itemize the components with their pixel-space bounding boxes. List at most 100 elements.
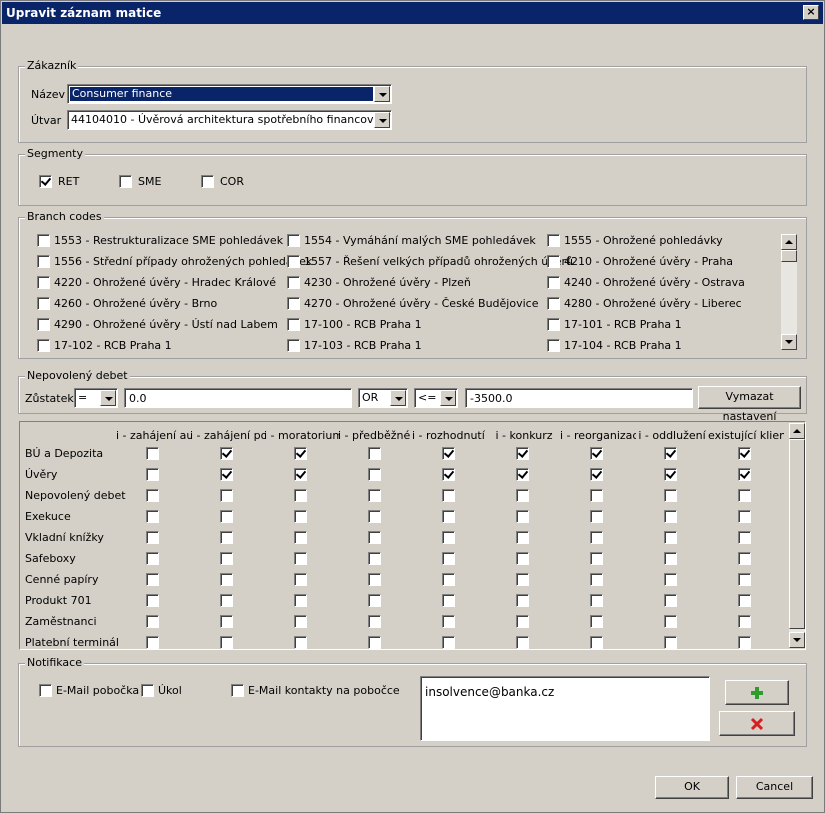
- matrix-checkbox[interactable]: [294, 636, 307, 649]
- matrix-checkbox[interactable]: [516, 615, 529, 628]
- scroll-up-icon[interactable]: [789, 423, 805, 439]
- matrix-checkbox[interactable]: [146, 468, 159, 481]
- matrix-checkbox[interactable]: [294, 510, 307, 523]
- matrix-checkbox[interactable]: [220, 468, 233, 481]
- notification-checkbox[interactable]: [231, 684, 244, 697]
- scroll-down-icon[interactable]: [781, 334, 797, 350]
- matrix-checkbox[interactable]: [294, 468, 307, 481]
- branch-codes-scrollbar[interactable]: [781, 234, 797, 350]
- matrix-checkbox[interactable]: [368, 468, 381, 481]
- matrix-checkbox[interactable]: [220, 531, 233, 544]
- matrix-checkbox[interactable]: [368, 510, 381, 523]
- matrix-checkbox[interactable]: [664, 636, 677, 649]
- branch-code-checkbox[interactable]: [37, 255, 50, 268]
- matrix-checkbox[interactable]: [368, 531, 381, 544]
- matrix-checkbox[interactable]: [516, 594, 529, 607]
- matrix-checkbox[interactable]: [590, 468, 603, 481]
- remove-email-button[interactable]: [719, 711, 795, 736]
- matrix-checkbox[interactable]: [368, 615, 381, 628]
- operator-select-1[interactable]: =: [74, 388, 118, 408]
- matrix-checkbox[interactable]: [516, 510, 529, 523]
- matrix-checkbox[interactable]: [220, 573, 233, 586]
- matrix-checkbox[interactable]: [590, 489, 603, 502]
- matrix-checkbox[interactable]: [368, 573, 381, 586]
- matrix-checkbox[interactable]: [146, 552, 159, 565]
- branch-code-checkbox[interactable]: [37, 339, 50, 352]
- branch-code-checkbox[interactable]: [287, 297, 300, 310]
- matrix-checkbox[interactable]: [590, 552, 603, 565]
- matrix-checkbox[interactable]: [442, 573, 455, 586]
- matrix-checkbox[interactable]: [664, 552, 677, 565]
- matrix-checkbox[interactable]: [590, 510, 603, 523]
- matrix-checkbox[interactable]: [146, 510, 159, 523]
- segment-checkbox[interactable]: [201, 175, 214, 188]
- scroll-down-icon[interactable]: [789, 632, 805, 648]
- branch-code-checkbox[interactable]: [287, 339, 300, 352]
- matrix-checkbox[interactable]: [146, 573, 159, 586]
- reset-settings-button[interactable]: Vymazat nastavení: [698, 386, 801, 423]
- matrix-checkbox[interactable]: [738, 510, 751, 523]
- unit-select[interactable]: 44104010 - Úvěrová architektura spotřebn…: [67, 110, 392, 130]
- matrix-checkbox[interactable]: [738, 552, 751, 565]
- matrix-checkbox[interactable]: [220, 447, 233, 460]
- matrix-checkbox[interactable]: [442, 636, 455, 649]
- matrix-checkbox[interactable]: [590, 531, 603, 544]
- matrix-checkbox[interactable]: [738, 489, 751, 502]
- branch-code-checkbox[interactable]: [37, 234, 50, 247]
- matrix-checkbox[interactable]: [738, 468, 751, 481]
- ok-button[interactable]: OK: [655, 776, 729, 799]
- value-input-1[interactable]: 0.0: [124, 388, 352, 408]
- cancel-button[interactable]: Cancel: [736, 776, 813, 799]
- add-email-button[interactable]: [725, 680, 789, 705]
- matrix-checkbox[interactable]: [738, 636, 751, 649]
- matrix-checkbox[interactable]: [146, 531, 159, 544]
- matrix-checkbox[interactable]: [442, 615, 455, 628]
- matrix-checkbox[interactable]: [146, 615, 159, 628]
- matrix-checkbox[interactable]: [146, 594, 159, 607]
- matrix-checkbox[interactable]: [368, 636, 381, 649]
- segment-checkbox[interactable]: [39, 175, 52, 188]
- scroll-thumb[interactable]: [781, 250, 797, 262]
- matrix-checkbox[interactable]: [664, 573, 677, 586]
- matrix-checkbox[interactable]: [294, 489, 307, 502]
- branch-code-checkbox[interactable]: [287, 276, 300, 289]
- matrix-checkbox[interactable]: [590, 636, 603, 649]
- matrix-checkbox[interactable]: [442, 468, 455, 481]
- matrix-checkbox[interactable]: [516, 447, 529, 460]
- matrix-checkbox[interactable]: [294, 552, 307, 565]
- matrix-checkbox[interactable]: [368, 447, 381, 460]
- matrix-checkbox[interactable]: [368, 489, 381, 502]
- close-button[interactable]: ×: [803, 5, 819, 20]
- matrix-checkbox[interactable]: [590, 447, 603, 460]
- matrix-scrollbar[interactable]: [789, 423, 805, 648]
- matrix-checkbox[interactable]: [442, 531, 455, 544]
- matrix-checkbox[interactable]: [516, 636, 529, 649]
- matrix-checkbox[interactable]: [516, 468, 529, 481]
- matrix-checkbox[interactable]: [220, 594, 233, 607]
- matrix-checkbox[interactable]: [738, 573, 751, 586]
- email-list-textarea[interactable]: insolvence@banka.cz: [420, 676, 710, 741]
- matrix-checkbox[interactable]: [590, 573, 603, 586]
- branch-code-checkbox[interactable]: [37, 318, 50, 331]
- segment-checkbox[interactable]: [119, 175, 132, 188]
- matrix-checkbox[interactable]: [294, 573, 307, 586]
- branch-code-checkbox[interactable]: [37, 276, 50, 289]
- branch-code-checkbox[interactable]: [37, 297, 50, 310]
- matrix-checkbox[interactable]: [368, 594, 381, 607]
- chevron-down-icon[interactable]: [374, 86, 390, 102]
- matrix-checkbox[interactable]: [516, 573, 529, 586]
- matrix-checkbox[interactable]: [442, 489, 455, 502]
- branch-code-checkbox[interactable]: [547, 297, 560, 310]
- value-input-2[interactable]: -3500.0: [465, 388, 693, 408]
- notification-checkbox[interactable]: [141, 684, 154, 697]
- matrix-checkbox[interactable]: [738, 447, 751, 460]
- matrix-checkbox[interactable]: [664, 510, 677, 523]
- matrix-checkbox[interactable]: [442, 447, 455, 460]
- matrix-checkbox[interactable]: [516, 552, 529, 565]
- matrix-checkbox[interactable]: [220, 489, 233, 502]
- chevron-down-icon[interactable]: [100, 390, 116, 406]
- matrix-checkbox[interactable]: [664, 531, 677, 544]
- matrix-checkbox[interactable]: [590, 615, 603, 628]
- matrix-checkbox[interactable]: [664, 447, 677, 460]
- branch-code-checkbox[interactable]: [287, 318, 300, 331]
